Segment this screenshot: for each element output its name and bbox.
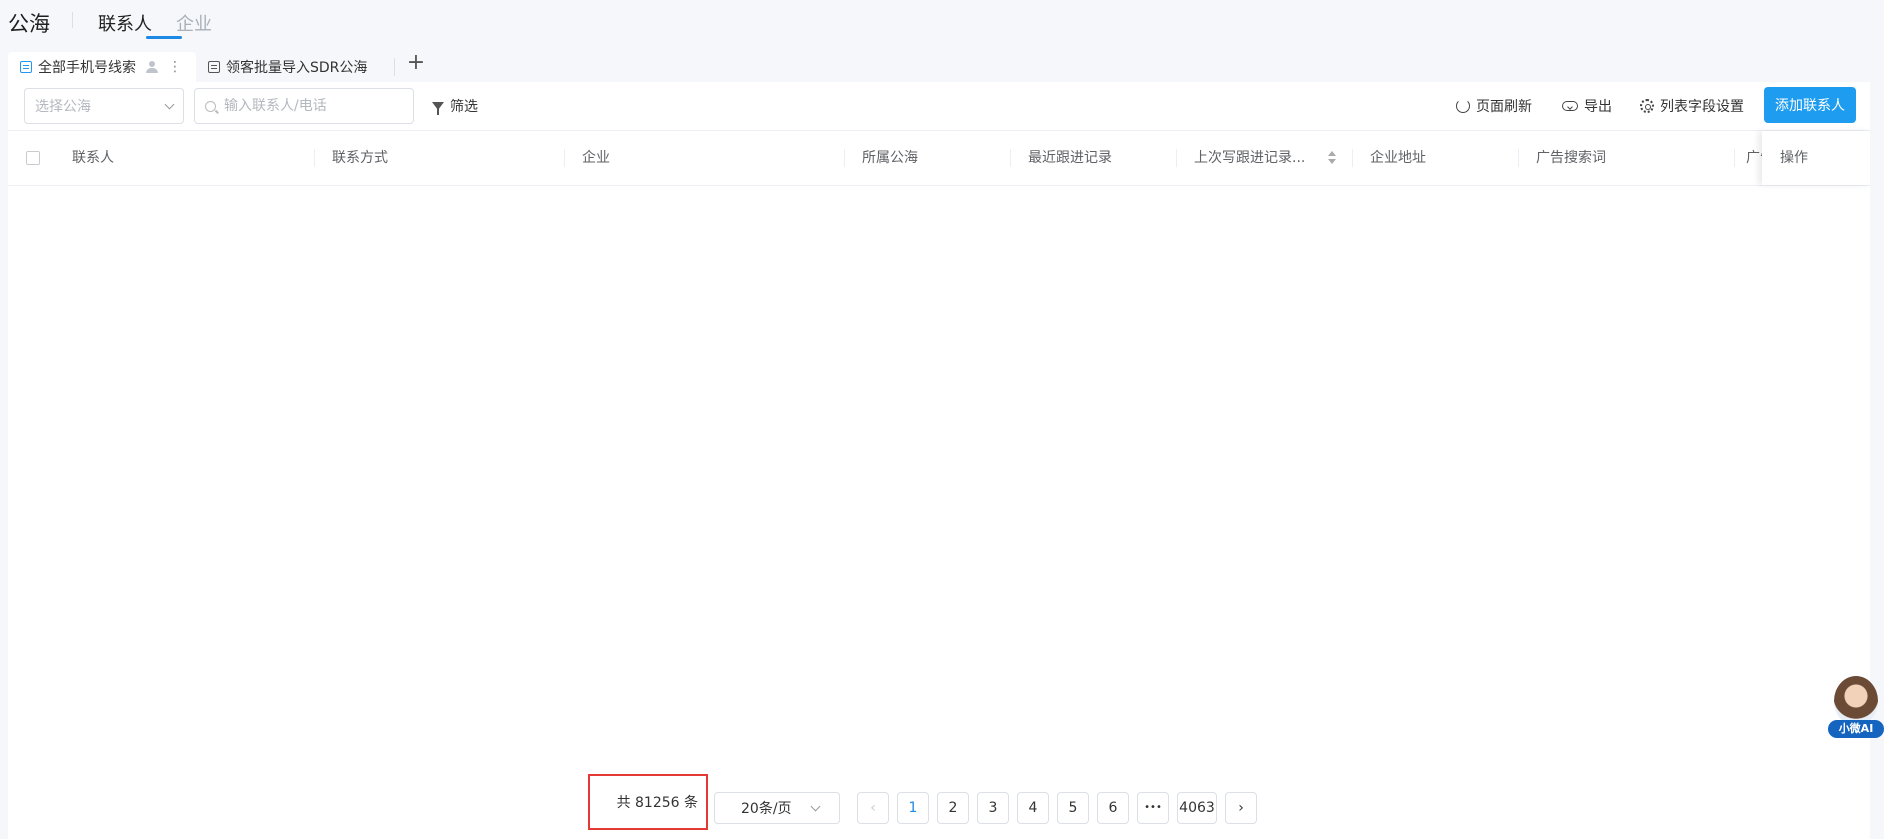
column-divider: [564, 149, 565, 167]
export-label: 导出: [1584, 99, 1612, 115]
search-icon: [205, 100, 216, 112]
column-header-company-address[interactable]: 企业地址: [1370, 131, 1426, 185]
main-panel: 选择公海 筛选 页面刷新 导出 列表字段设置 添加联系人 联系人 联系方式 企业…: [8, 82, 1870, 839]
filter-button[interactable]: 筛选: [432, 88, 478, 124]
tab-contacts[interactable]: 联系人: [98, 10, 152, 36]
list-icon: [208, 61, 220, 73]
table-header: 联系人 联系方式 企业 所属公海 最近跟进记录 上次写跟进记录... 企业地址 …: [8, 130, 1870, 186]
ai-assistant-label: 小微AI: [1828, 720, 1884, 738]
view-tab-label: 领客批量导入SDR公海: [226, 60, 368, 76]
page-ellipsis-button[interactable]: •••: [1137, 792, 1169, 824]
active-tab-indicator: [146, 36, 182, 39]
column-header-sea[interactable]: 所属公海: [862, 131, 918, 185]
sea-select[interactable]: 选择公海: [24, 88, 184, 124]
column-divider: [1734, 149, 1735, 167]
view-tab-all-phone-leads[interactable]: 全部手机号线索 ⋮: [8, 52, 196, 82]
view-tab-label: 全部手机号线索: [38, 60, 136, 76]
column-header-ad[interactable]: 广告: [1746, 131, 1762, 185]
ai-avatar: [1834, 676, 1878, 726]
refresh-button[interactable]: 页面刷新: [1456, 88, 1532, 124]
export-button[interactable]: 导出: [1562, 88, 1612, 124]
tab-companies[interactable]: 企业: [176, 10, 212, 36]
column-divider: [314, 149, 315, 167]
list-icon: [20, 61, 32, 73]
title-divider: [72, 12, 73, 28]
next-page-button[interactable]: ›: [1225, 792, 1257, 824]
sort-icon[interactable]: [1328, 151, 1336, 165]
search-input[interactable]: [224, 98, 394, 114]
search-box[interactable]: [194, 88, 414, 124]
ai-assistant-widget[interactable]: 小微AI: [1828, 676, 1884, 738]
page-button-1[interactable]: 1: [897, 792, 929, 824]
column-divider: [1176, 149, 1177, 167]
chevron-down-icon: [164, 99, 175, 109]
filter-label: 筛选: [450, 99, 478, 115]
column-header-recent-followup[interactable]: 最近跟进记录: [1028, 131, 1112, 185]
column-header-actions: 操作: [1780, 150, 1808, 166]
cloud-download-icon: [1562, 101, 1578, 111]
page-button-4[interactable]: 4: [1017, 792, 1049, 824]
column-divider: [1010, 149, 1011, 167]
column-header-company[interactable]: 企业: [582, 131, 610, 185]
column-divider: [1518, 149, 1519, 167]
column-header-contact[interactable]: 联系人: [72, 131, 114, 185]
column-header-last-followup[interactable]: 上次写跟进记录...: [1194, 131, 1334, 185]
column-header-ad-keyword[interactable]: 广告搜索词: [1536, 131, 1606, 185]
page-title: 公海: [8, 12, 50, 36]
page-button-6[interactable]: 6: [1097, 792, 1129, 824]
add-tab-button[interactable]: +: [406, 50, 426, 75]
more-icon[interactable]: ⋮: [168, 59, 182, 75]
chevron-down-icon: [810, 801, 821, 811]
page-button-5[interactable]: 5: [1057, 792, 1089, 824]
page-button-3[interactable]: 3: [977, 792, 1009, 824]
column-divider: [844, 149, 845, 167]
user-icon: [146, 61, 158, 73]
total-count: 共 81256 条: [588, 774, 708, 830]
column-header-contact-method[interactable]: 联系方式: [332, 131, 388, 185]
tab-divider: [394, 58, 395, 76]
app-header: 公海 联系人 企业: [0, 0, 1884, 48]
page-size-value: 20条/页: [741, 801, 792, 817]
gear-icon: [1640, 99, 1654, 113]
refresh-label: 页面刷新: [1476, 99, 1532, 115]
column-settings-button[interactable]: 列表字段设置: [1640, 88, 1744, 124]
prev-page-button[interactable]: ‹: [857, 792, 889, 824]
page-button-last[interactable]: 4063: [1177, 792, 1217, 824]
refresh-icon: [1456, 99, 1470, 113]
column-divider: [1352, 149, 1353, 167]
select-all-checkbox[interactable]: [26, 151, 40, 165]
add-contact-button[interactable]: 添加联系人: [1764, 87, 1856, 123]
view-tab-sdr-import[interactable]: 领客批量导入SDR公海: [196, 52, 392, 82]
fixed-actions-column: 操作: [1762, 131, 1870, 185]
page-size-select[interactable]: 20条/页: [714, 792, 840, 824]
sea-select-placeholder: 选择公海: [35, 99, 91, 115]
column-settings-label: 列表字段设置: [1660, 99, 1744, 115]
filter-icon: [432, 102, 444, 115]
page-button-2[interactable]: 2: [937, 792, 969, 824]
